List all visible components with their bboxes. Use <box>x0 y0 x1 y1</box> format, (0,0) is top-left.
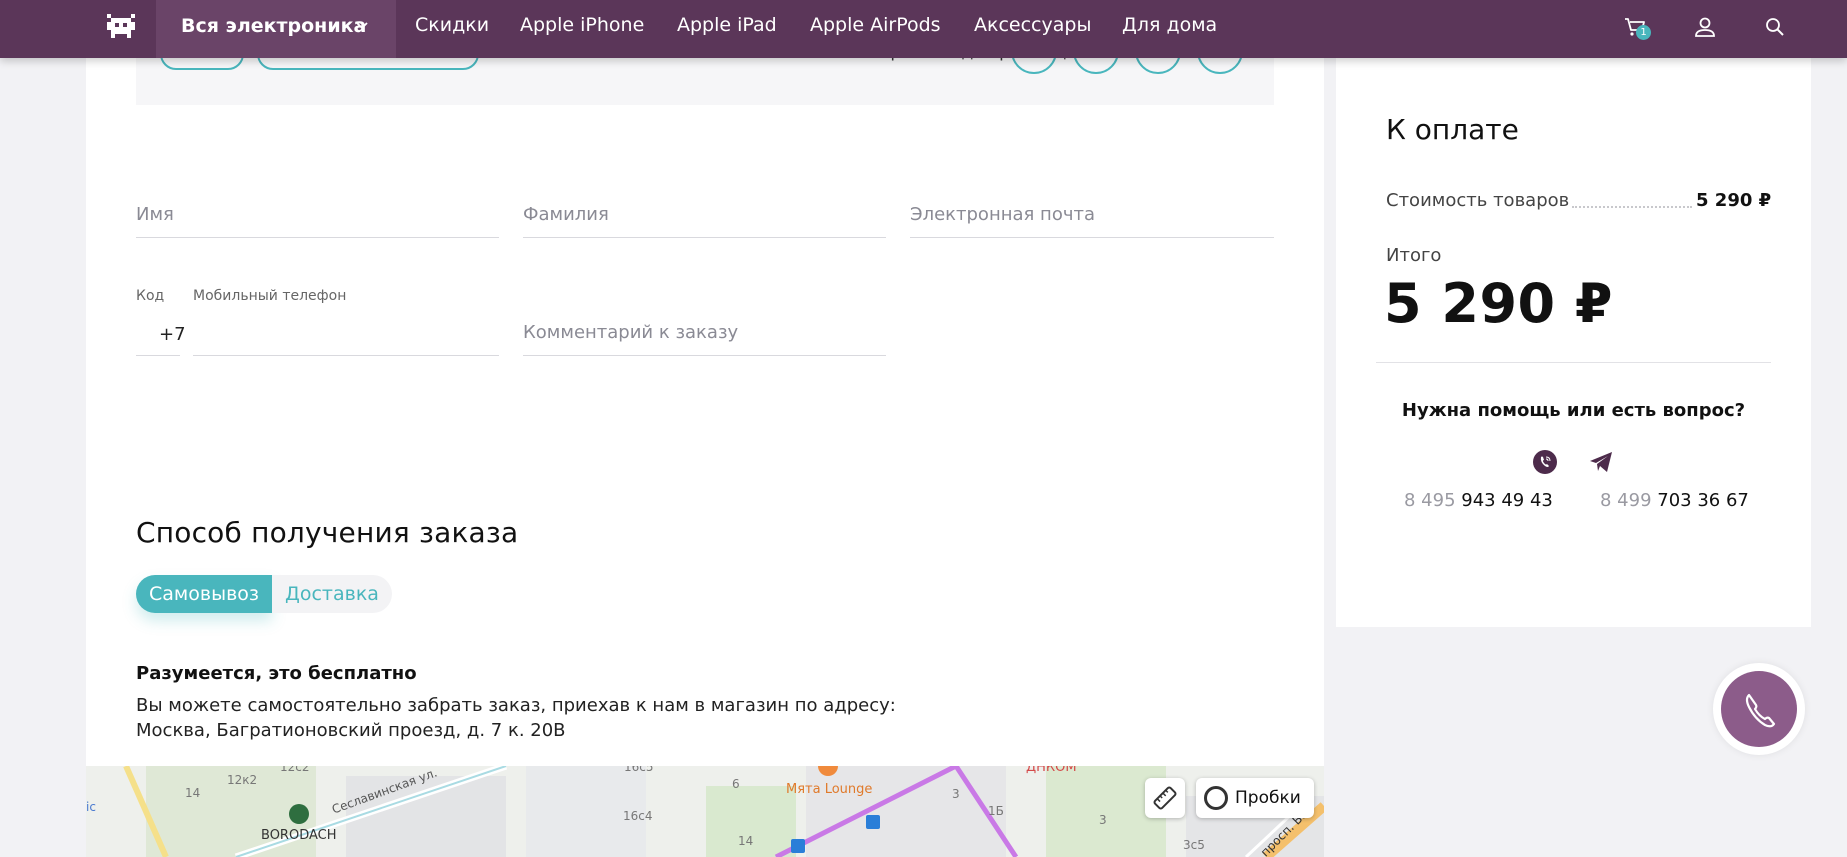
ruler-button[interactable] <box>1145 778 1185 818</box>
traffic-button[interactable]: Пробки <box>1196 778 1314 818</box>
comment-field[interactable]: Комментарий к заказу <box>523 308 886 356</box>
tab-pickup[interactable]: Самовывоз <box>136 575 272 613</box>
map-label-edge: ic <box>86 800 96 814</box>
store-map[interactable]: ic 12к2 12с2 14 BORODACH Сеславинская ул… <box>86 766 1324 857</box>
summary-divider <box>1376 362 1771 363</box>
map-label-house: 12с2 <box>280 766 310 774</box>
pickup-text: Вы можете самостоятельно забрать заказ, … <box>136 695 896 716</box>
pickup-description: Вы можете самостоятельно забрать заказ, … <box>136 693 896 743</box>
map-tiles <box>86 766 1324 857</box>
map-label-house: 3 <box>952 787 960 801</box>
phone-1-prefix: 8 495 <box>1404 490 1456 511</box>
last-name-placeholder: Фамилия <box>523 204 609 225</box>
map-label-house: 1Б <box>988 804 1004 818</box>
phone-number-1[interactable]: 8 495 943 49 43 <box>1404 490 1553 511</box>
map-label-house: 12к2 <box>227 773 258 787</box>
email-placeholder: Электронная почта <box>910 204 1095 225</box>
phone-number-2[interactable]: 8 499 703 36 67 <box>1600 490 1749 511</box>
phone-code-value: +7 <box>159 324 186 345</box>
viber-icon[interactable] <box>1532 449 1558 475</box>
pickup-free-title: Разумеется, это бесплатно <box>136 663 417 684</box>
nav-link-airpods[interactable]: Apple AirPods <box>810 14 941 36</box>
phone-icon <box>1745 693 1776 728</box>
pickup-address: Москва, Багратионовский проезд, д. 7 к. … <box>136 720 566 741</box>
nav-link-ipad[interactable]: Apple iPad <box>677 14 777 36</box>
catalog-label[interactable]: Вся электроника <box>181 15 366 37</box>
map-label-house: 6 <box>732 777 740 791</box>
comment-placeholder: Комментарий к заказу <box>523 322 739 343</box>
first-name-placeholder: Имя <box>136 204 174 225</box>
goods-cost-label: Стоимость товаров <box>1386 190 1570 211</box>
nav-link-home[interactable]: Для дома <box>1122 14 1217 36</box>
summary-title: К оплате <box>1386 113 1519 146</box>
ruler-icon <box>1153 786 1177 810</box>
call-button[interactable] <box>1713 663 1805 755</box>
goods-cost-value: 5 290 ₽ <box>1696 190 1772 211</box>
search-icon[interactable] <box>1762 14 1788 40</box>
total-value: 5 290 ₽ <box>1384 272 1613 335</box>
call-button-inner <box>1721 671 1797 747</box>
map-label-place: ДНКОМ <box>1026 766 1077 775</box>
map-label-place: Мята Lounge <box>786 782 873 797</box>
email-field[interactable]: Электронная почта <box>910 190 1274 238</box>
delivery-section-title: Способ получения заказа <box>136 516 519 549</box>
code-label: Код <box>136 288 165 304</box>
cart-count-badge: 1 <box>1636 25 1651 40</box>
nav-link-iphone[interactable]: Apple iPhone <box>520 14 644 36</box>
map-label-house: 3с5 <box>1183 838 1205 852</box>
telegram-icon[interactable] <box>1588 449 1614 475</box>
traffic-icon <box>1204 786 1228 810</box>
nav-link-accessories[interactable]: Аксессуары <box>974 14 1091 36</box>
map-label-house: 16с4 <box>623 809 653 823</box>
map-label-house: 14 <box>185 786 201 800</box>
nav-link-discounts[interactable]: Скидки <box>415 14 489 36</box>
total-label: Итого <box>1386 245 1442 266</box>
help-text: Нужна помощь или есть вопрос? <box>1401 400 1746 421</box>
first-name-field[interactable]: Имя <box>136 190 499 238</box>
delivery-tabs: Самовывоз Доставка <box>136 575 392 613</box>
last-name-field[interactable]: Фамилия <box>523 190 886 238</box>
user-icon[interactable] <box>1692 14 1718 40</box>
tab-delivery[interactable]: Доставка <box>272 575 392 613</box>
map-label-place: BORODACH <box>261 828 337 843</box>
phone-2-prefix: 8 499 <box>1600 490 1652 511</box>
map-label-house: 3 <box>1099 813 1107 827</box>
phone-code-field[interactable]: +7 <box>136 310 186 356</box>
chevron-down-icon[interactable] <box>355 18 369 32</box>
dotted-leader <box>1572 206 1692 208</box>
top-navigation: Вся электроника Скидки Apple iPhone Appl… <box>0 0 1847 58</box>
phone-2-number: 703 36 67 <box>1657 490 1749 511</box>
map-label-house: 16с5 <box>624 766 654 774</box>
traffic-label: Пробки <box>1235 788 1301 808</box>
map-label-house: 14 <box>738 834 754 848</box>
phone-1-number: 943 49 43 <box>1461 490 1553 511</box>
logo-icon[interactable] <box>103 12 139 40</box>
phone-field[interactable] <box>193 310 499 356</box>
phone-label: Мобильный телефон <box>193 288 347 304</box>
